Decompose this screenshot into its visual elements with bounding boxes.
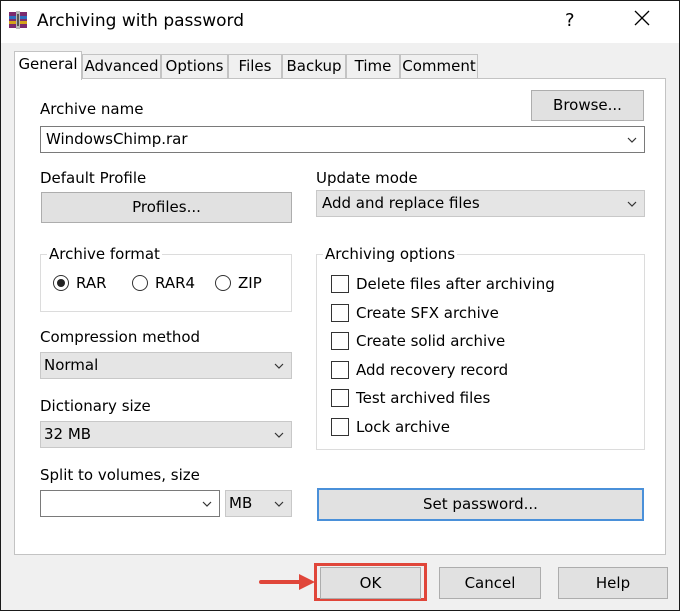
checkbox-test-files[interactable] <box>331 389 349 407</box>
tab-advanced[interactable]: Advanced <box>82 54 161 78</box>
radio-zip[interactable]: ZIP <box>215 274 262 292</box>
chevron-down-icon[interactable] <box>627 201 637 207</box>
tab-backup[interactable]: Backup <box>282 54 346 78</box>
close-icon[interactable] <box>633 8 651 28</box>
checkbox-delete-files[interactable] <box>331 275 349 293</box>
archive-name-value: WindowsChimp.rar <box>46 130 188 148</box>
split-unit-value: MB <box>229 494 253 512</box>
general-panel: Archive name Browse... WindowsChimp.rar … <box>14 78 666 555</box>
window-title: Archiving with password <box>37 11 245 31</box>
dictionary-size-label: Dictionary size <box>40 397 151 415</box>
archive-name-combo[interactable]: WindowsChimp.rar <box>40 126 645 153</box>
archive-format-label: Archive format <box>47 245 162 263</box>
radio-zip-indicator[interactable] <box>215 275 231 291</box>
compression-method-value: Normal <box>44 356 99 374</box>
dictionary-size-value: 32 MB <box>44 425 92 443</box>
update-mode-select[interactable]: Add and replace files <box>316 190 645 217</box>
update-mode-value: Add and replace files <box>322 194 480 212</box>
radio-rar4-indicator[interactable] <box>132 275 148 291</box>
radio-rar[interactable]: RAR <box>53 274 107 292</box>
profiles-button[interactable]: Profiles... <box>41 192 292 223</box>
option-lock-archive[interactable]: Lock archive <box>331 418 450 436</box>
option-solid-archive[interactable]: Create solid archive <box>331 332 505 350</box>
radio-zip-label: ZIP <box>238 274 262 292</box>
option-create-sfx[interactable]: Create SFX archive <box>331 304 499 322</box>
checkbox-recovery-record[interactable] <box>331 361 349 379</box>
option-recovery-record-label: Add recovery record <box>356 361 509 379</box>
option-test-files[interactable]: Test archived files <box>331 389 490 407</box>
chevron-down-icon[interactable] <box>274 501 284 507</box>
tab-options[interactable]: Options <box>161 54 228 78</box>
split-volumes-label: Split to volumes, size <box>40 466 200 484</box>
ok-button[interactable]: OK <box>320 567 421 599</box>
option-recovery-record[interactable]: Add recovery record <box>331 361 508 379</box>
chevron-down-icon[interactable] <box>274 432 284 438</box>
winrar-icon <box>9 11 27 29</box>
default-profile-label: Default Profile <box>40 169 147 187</box>
checkbox-lock-archive[interactable] <box>331 418 349 436</box>
tab-files[interactable]: Files <box>228 54 282 78</box>
tab-comment[interactable]: Comment <box>400 54 478 78</box>
set-password-button[interactable]: Set password... <box>317 488 644 521</box>
title-bar[interactable]: Archiving with password ? <box>1 1 679 43</box>
chevron-down-icon[interactable] <box>274 363 284 369</box>
arrow-right-icon <box>259 574 315 590</box>
archiving-dialog: Archiving with password ? General Advanc… <box>0 0 680 611</box>
option-delete-files[interactable]: Delete files after archiving <box>331 275 555 293</box>
compression-method-select[interactable]: Normal <box>40 352 292 379</box>
checkbox-create-sfx[interactable] <box>331 304 349 322</box>
archive-name-label: Archive name <box>40 100 144 118</box>
radio-rar-label: RAR <box>76 274 107 292</box>
option-create-sfx-label: Create SFX archive <box>356 304 499 322</box>
checkbox-solid-archive[interactable] <box>331 332 349 350</box>
option-solid-archive-label: Create solid archive <box>356 332 506 350</box>
option-test-files-label: Test archived files <box>356 389 491 407</box>
split-size-combo[interactable] <box>40 490 220 517</box>
help-title-button[interactable]: ? <box>565 10 575 31</box>
browse-button[interactable]: Browse... <box>531 90 644 121</box>
split-unit-select[interactable]: MB <box>225 490 292 517</box>
radio-rar4-label: RAR4 <box>155 274 196 292</box>
option-delete-files-label: Delete files after archiving <box>356 275 555 293</box>
chevron-down-icon[interactable] <box>627 137 637 143</box>
radio-rar4[interactable]: RAR4 <box>132 274 195 292</box>
radio-rar-indicator[interactable] <box>53 275 69 291</box>
help-button[interactable]: Help <box>558 567 668 599</box>
chevron-down-icon[interactable] <box>202 501 212 507</box>
option-lock-archive-label: Lock archive <box>356 418 451 436</box>
archiving-options-label: Archiving options <box>323 245 458 263</box>
update-mode-label: Update mode <box>316 169 418 187</box>
tab-time[interactable]: Time <box>346 54 400 78</box>
tab-general[interactable]: General <box>14 51 82 80</box>
compression-method-label: Compression method <box>40 328 201 346</box>
cancel-button[interactable]: Cancel <box>439 567 541 599</box>
dictionary-size-select[interactable]: 32 MB <box>40 421 292 448</box>
